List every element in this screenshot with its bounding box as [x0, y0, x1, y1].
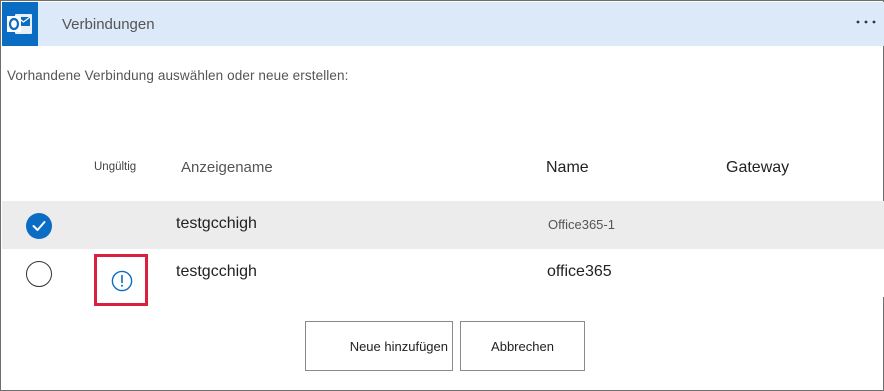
radio-unselected-icon[interactable]: [26, 261, 52, 287]
cancel-button[interactable]: Abbrechen: [460, 321, 585, 371]
display-name-cell: testgcchigh: [176, 215, 257, 232]
invalid-highlight-box: [94, 254, 148, 306]
column-header-invalid: Ungültig: [94, 161, 137, 173]
column-header-gateway: Gateway: [726, 159, 790, 176]
dialog-title: Verbindungen: [62, 16, 155, 33]
dialog-header: Verbindungen: [2, 2, 884, 46]
column-header-name: Name: [546, 159, 589, 176]
add-new-button[interactable]: Neue hinzufügen: [305, 321, 453, 371]
warning-icon: [111, 270, 133, 292]
ellipsis-icon[interactable]: [854, 12, 878, 32]
table-row[interactable]: testgcchigh Office365-1: [2, 201, 884, 249]
table-row[interactable]: testgcchigh office365: [2, 249, 884, 306]
dialog-instructions: Vorhandene Verbindung auswählen oder neu…: [7, 68, 349, 83]
connections-dialog: Verbindungen Vorhandene Verbindung auswä…: [0, 0, 884, 391]
connection-name-cell: office365: [547, 263, 612, 280]
outlook-icon: [2, 2, 38, 46]
radio-selected-icon[interactable]: [26, 213, 52, 239]
display-name-cell: testgcchigh: [176, 263, 257, 280]
column-header-display-name: Anzeigename: [181, 159, 273, 176]
connection-name-cell: Office365-1: [548, 217, 615, 232]
